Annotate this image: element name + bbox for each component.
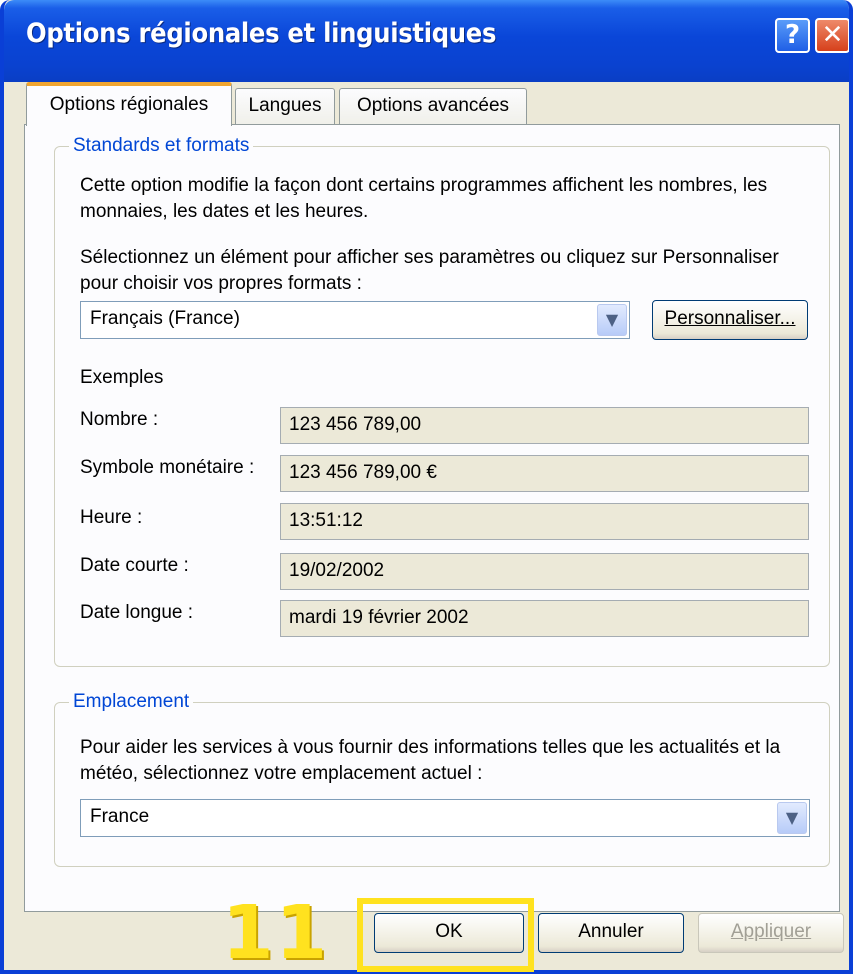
example-label-long-date: Date longue : [80,602,194,623]
tab-langues[interactable]: Langues [235,88,335,124]
example-label-number: Nombre : [80,409,159,430]
locale-value: Français (France) [90,308,240,329]
location-dropdown[interactable]: France ▼ [80,799,810,837]
apply-label: Appliquer [730,921,812,942]
example-value-short-date: 19/02/2002 [289,560,385,581]
highlight-box [357,898,534,972]
tab-options-avancees[interactable]: Options avancées [339,88,527,124]
customize-button[interactable]: Personnaliser... [652,300,808,340]
location-description: Pour aider les services à vous fournir d… [80,737,781,784]
example-field-long-date: mardi 19 février 2002 [280,600,809,637]
example-value-number: 123 456 789,00 [289,414,422,435]
apply-button: Appliquer [698,913,844,953]
standards-instruction: Sélectionnez un élément pour afficher se… [80,247,779,294]
examples-heading: Exemples [80,367,164,388]
dialog-window: Options régionales et linguistiques ? ✕ … [0,0,853,974]
title-bar[interactable]: Options régionales et linguistiques ? ✕ [4,0,849,82]
standards-legend: Standards et formats [73,135,250,156]
chevron-down-icon[interactable]: ▼ [597,304,627,336]
example-label-currency: Symbole monétaire : [80,457,255,478]
customize-label: Personnaliser... [664,308,796,329]
standards-description: Cette option modifie la façon dont certa… [80,175,768,222]
example-field-currency: 123 456 789,00 € [280,455,809,492]
example-value-long-date: mardi 19 février 2002 [289,607,469,628]
example-value-time: 13:51:12 [289,510,363,531]
locale-dropdown[interactable]: Français (France) ▼ [80,301,630,339]
step-number-badge: 11 [222,890,329,976]
example-value-currency: 123 456 789,00 € [289,462,437,483]
location-legend: Emplacement [73,691,190,712]
help-button[interactable]: ? [775,18,810,53]
example-label-time: Heure : [80,507,143,528]
example-label-short-date: Date courte : [80,555,189,576]
example-field-number: 123 456 789,00 [280,407,809,444]
close-button[interactable]: ✕ [815,18,849,53]
tab-options-regionales[interactable]: Options régionales [26,82,232,126]
tab-panel: Standards et formats Cette option modifi… [24,124,840,912]
example-field-short-date: 19/02/2002 [280,553,809,590]
example-field-time: 13:51:12 [280,503,809,540]
window-title: Options régionales et linguistiques [26,18,497,49]
location-value: France [90,806,150,827]
chevron-down-icon[interactable]: ▼ [777,802,807,834]
cancel-button[interactable]: Annuler [538,913,684,953]
